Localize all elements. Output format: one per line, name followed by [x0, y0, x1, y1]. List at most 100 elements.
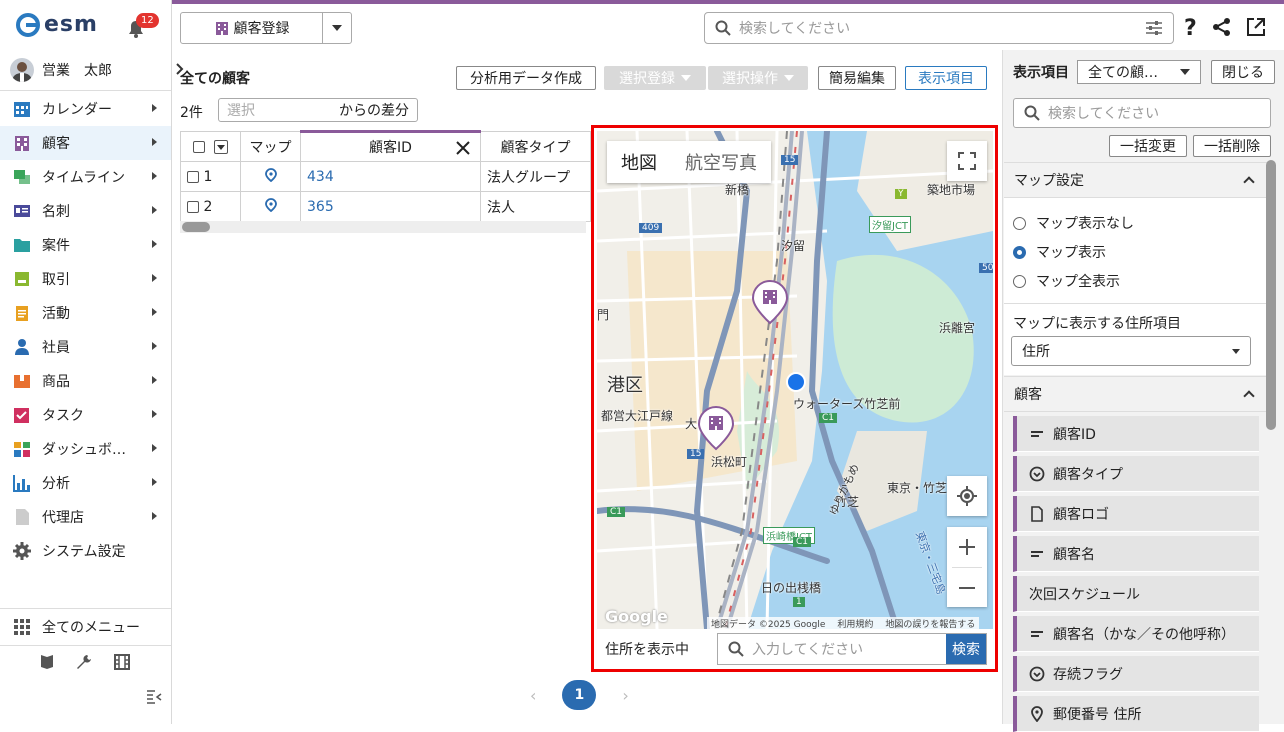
- sidebar-item-calendar[interactable]: カレンダー: [0, 92, 171, 126]
- column-header-map[interactable]: マップ: [240, 131, 301, 162]
- display-field-item[interactable]: 顧客名: [1013, 536, 1259, 572]
- sidebar-item-chart[interactable]: 分析: [0, 466, 171, 500]
- tab-map[interactable]: 地図: [607, 141, 671, 183]
- table-row[interactable]: 2 365 法人: [180, 191, 591, 222]
- page-button-current[interactable]: 1: [562, 680, 597, 710]
- diff-selector[interactable]: 選択 からの差分: [218, 98, 418, 122]
- sidebar-item-folder[interactable]: 案件: [0, 228, 171, 262]
- horizontal-scrollbar[interactable]: [180, 221, 586, 233]
- radio-button-selected[interactable]: [1013, 245, 1026, 259]
- table-row[interactable]: 1 434 法人グループ: [180, 161, 591, 192]
- address-field-select[interactable]: 住所: [1011, 336, 1251, 366]
- display-field-item[interactable]: 郵便番号 住所: [1013, 696, 1259, 732]
- terms-link[interactable]: 利用規約: [837, 617, 873, 629]
- select-menu-dropdown[interactable]: [213, 139, 228, 154]
- display-field-item[interactable]: 次回スケジュール: [1013, 576, 1259, 612]
- select-operation-button[interactable]: 選択操作: [708, 66, 808, 90]
- sidebar-item-deal[interactable]: 取引: [0, 262, 171, 296]
- map-canvas[interactable]: 地図 航空写真 新橋 汐留 築地市場 汐留JCT 浜離宮 港区 門 都営大江戸線…: [597, 131, 993, 629]
- film-icon[interactable]: [114, 654, 130, 670]
- global-search-input[interactable]: 検索してください: [704, 12, 1174, 44]
- route-shield: 50: [979, 263, 993, 273]
- analysis-data-button[interactable]: 分析用データ作成: [456, 66, 596, 90]
- close-icon[interactable]: [456, 141, 470, 155]
- text-field-icon: [1031, 630, 1043, 637]
- app-logo[interactable]: esm: [16, 12, 98, 37]
- select-all-checkbox[interactable]: [193, 140, 206, 153]
- map-label: 港区: [607, 375, 643, 396]
- collapse-sidebar-icon[interactable]: [146, 690, 162, 704]
- zoom-out-button[interactable]: [958, 568, 976, 607]
- sidebar-item-building[interactable]: 顧客: [0, 126, 171, 160]
- book-icon[interactable]: [40, 654, 54, 670]
- route-shield: 1: [793, 597, 805, 607]
- zoom-in-button[interactable]: [958, 527, 976, 567]
- radio-map-show[interactable]: マップ表示: [1013, 242, 1106, 262]
- display-field-item[interactable]: 存続フラグ: [1013, 656, 1259, 692]
- register-customer-button[interactable]: 顧客登録: [181, 13, 323, 43]
- customer-map-marker-icon[interactable]: [697, 405, 735, 451]
- my-location-button[interactable]: [947, 476, 987, 516]
- address-input[interactable]: 入力してください: [718, 639, 946, 659]
- row-checkbox[interactable]: [187, 200, 199, 213]
- panel-search-input[interactable]: 検索してください: [1013, 98, 1271, 128]
- sidebar-item-label: タイムライン: [42, 170, 126, 186]
- register-dropdown-button[interactable]: [323, 25, 351, 31]
- sidebar-item-product[interactable]: 商品: [0, 364, 171, 398]
- section-header-customer[interactable]: 顧客: [1004, 376, 1267, 412]
- sidebar-item-document[interactable]: 代理店: [0, 500, 171, 534]
- tab-satellite[interactable]: 航空写真: [671, 141, 771, 183]
- view-select[interactable]: 全ての顧…: [1077, 60, 1201, 84]
- customer-map-marker-icon[interactable]: [751, 279, 789, 325]
- help-icon[interactable]: ?: [1184, 16, 1198, 38]
- sidebar-item-business-card[interactable]: 名刺: [0, 194, 171, 228]
- column-header-customer-type[interactable]: 顧客タイプ: [480, 131, 591, 162]
- address-search-button[interactable]: 検索: [946, 634, 986, 664]
- section-header-map-settings[interactable]: マップ設定: [1004, 162, 1267, 198]
- quick-edit-button[interactable]: 簡易編集: [818, 66, 896, 90]
- map-cell[interactable]: [240, 191, 301, 222]
- bulk-delete-button[interactable]: 一括削除: [1193, 135, 1271, 157]
- sidebar-item-chat[interactable]: タイムライン: [0, 160, 171, 194]
- display-field-item[interactable]: 顧客ロゴ: [1013, 496, 1259, 532]
- filter-settings-icon[interactable]: [1145, 20, 1163, 36]
- radio-button[interactable]: [1013, 216, 1026, 230]
- customer-id-link[interactable]: 365: [300, 191, 481, 222]
- radio-button[interactable]: [1013, 274, 1026, 288]
- report-link[interactable]: 地図の誤りを報告する: [885, 617, 975, 629]
- current-user[interactable]: 営業 太郎: [10, 58, 112, 82]
- sidebar-item-dashboard[interactable]: ダッシュボ…: [0, 432, 171, 466]
- radio-map-full[interactable]: マップ全表示: [1013, 271, 1120, 291]
- display-field-item[interactable]: 顧客ID: [1013, 416, 1259, 452]
- open-external-icon[interactable]: [1246, 17, 1266, 37]
- sidebar-item-clipboard[interactable]: 活動: [0, 296, 171, 330]
- chevron-right-icon: [152, 444, 157, 452]
- display-items-button[interactable]: 表示項目: [905, 66, 987, 90]
- bulk-change-button[interactable]: 一括変更: [1109, 135, 1187, 157]
- prev-page-icon[interactable]: ‹: [530, 686, 536, 705]
- column-header-customer-id[interactable]: 顧客ID: [300, 130, 481, 162]
- next-page-icon[interactable]: ›: [622, 686, 628, 705]
- display-field-item[interactable]: 顧客タイプ: [1013, 456, 1259, 492]
- radio-map-none[interactable]: マップ表示なし: [1013, 213, 1134, 233]
- sidebar-item-gear[interactable]: システム設定: [0, 534, 171, 568]
- row-checkbox[interactable]: [187, 170, 199, 183]
- share-icon[interactable]: [1212, 17, 1232, 37]
- display-field-item[interactable]: 顧客名（かな／その他呼称）: [1013, 616, 1259, 652]
- sidebar-item-person[interactable]: 社員: [0, 330, 171, 364]
- panel-scrollbar[interactable]: [1266, 160, 1276, 430]
- scrollbar-thumb[interactable]: [182, 222, 210, 232]
- close-panel-button[interactable]: 閉じる: [1211, 60, 1275, 84]
- sidebar: esm 12 営業 太郎 カレンダー 顧客 タイムライン 名刺 案件 取引 活動 社員 商品 タス…: [0, 0, 172, 724]
- all-menu-link[interactable]: 全てのメニュー: [0, 611, 171, 643]
- map-cell[interactable]: [240, 161, 301, 192]
- map-label: 新橋: [725, 183, 750, 197]
- customer-id-link[interactable]: 434: [300, 161, 481, 192]
- wrench-icon[interactable]: [76, 654, 92, 670]
- sidebar-item-task[interactable]: タスク: [0, 398, 171, 432]
- attribution: 地図データ ©2025 Google: [711, 620, 826, 629]
- fullscreen-button[interactable]: [947, 141, 987, 181]
- select-register-button[interactable]: 選択登録: [604, 66, 706, 90]
- diff-label: からの差分: [339, 103, 409, 119]
- business-card-icon: [14, 205, 30, 217]
